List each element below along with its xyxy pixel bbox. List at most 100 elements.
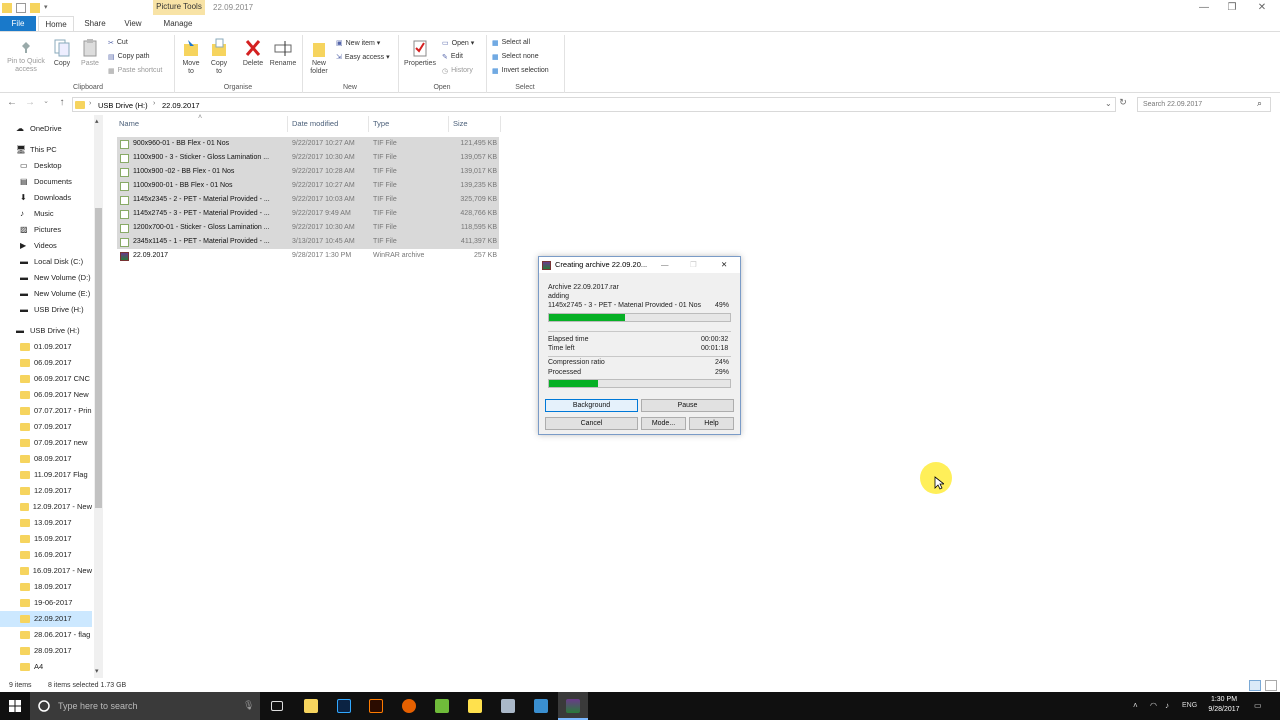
nav-folder[interactable]: 15.09.2017 (0, 531, 92, 547)
nav-folder[interactable]: 18.09.2017 (0, 579, 92, 595)
maximize-button[interactable]: ❐ (1218, 0, 1246, 16)
nav-item-music[interactable]: ♪ Music (0, 206, 92, 222)
scroll-down-arrow-icon[interactable]: ▾ (95, 667, 99, 675)
address-bar[interactable]: › USB Drive (H:) › 22.09.2017 ⌄ (72, 97, 1116, 112)
minimize-button[interactable]: — (1190, 0, 1218, 16)
taskbar-search-box[interactable]: Type here to search (30, 692, 260, 720)
rename-button[interactable]: Rename (268, 38, 298, 68)
nav-folder[interactable]: 16.09.2017 (0, 547, 92, 563)
nav-item-usb-drive-root[interactable]: ▬ USB Drive (H:) (0, 323, 92, 339)
microphone-icon[interactable]: 🎙 (243, 700, 254, 711)
file-row[interactable]: 2345x1145 - 1 - PET - Material Provided … (117, 235, 499, 249)
invert-selection-button[interactable]: ▦ Invert selection (492, 65, 549, 76)
nav-item-local-disk-c-[interactable]: ▬ Local Disk (C:) (0, 254, 92, 270)
coreldraw-icon[interactable] (435, 699, 449, 713)
properties-button[interactable]: Properties (402, 38, 438, 68)
nav-item-usb-drive-h-[interactable]: ▬ USB Drive (H:) (0, 302, 92, 318)
history-button[interactable]: ◷ History (442, 65, 473, 76)
nav-folder[interactable]: 07.09.2017 new (0, 435, 92, 451)
illustrator-icon[interactable] (369, 699, 383, 713)
windows-start-icon[interactable] (9, 700, 21, 712)
file-row[interactable]: 22.09.2017 9/28/2017 1:30 PM WinRAR archiv… (117, 249, 499, 263)
new-item-button[interactable]: ▣ New item ▾ (336, 37, 380, 48)
nav-folder[interactable]: 13.09.2017 (0, 515, 92, 531)
nav-folder[interactable]: 07.07.2017 - Prin (0, 403, 92, 419)
nav-folder[interactable]: 12.09.2017 (0, 483, 92, 499)
dialog-close-button[interactable]: ✕ (721, 257, 727, 273)
new-folder-icon[interactable] (30, 3, 40, 13)
nav-folder[interactable]: 08.09.2017 (0, 451, 92, 467)
details-view-icon[interactable] (1249, 680, 1261, 691)
tray-chevron-icon[interactable]: ˄ (1133, 701, 1138, 710)
nav-item-new-volume-d-[interactable]: ▬ New Volume (D:) (0, 270, 92, 286)
open-button[interactable]: ▭ Open ▾ (442, 37, 474, 48)
refresh-icon[interactable]: ↻ (1117, 97, 1129, 108)
breadcrumb-current-folder[interactable]: 22.09.2017 (162, 101, 200, 110)
nav-item-new-volume-e-[interactable]: ▬ New Volume (E:) (0, 286, 92, 302)
task-view-icon[interactable] (271, 701, 283, 711)
nav-item-onedrive[interactable]: ☁ OneDrive (0, 121, 92, 137)
nav-folder[interactable]: 22.09.2017 (0, 611, 92, 627)
nav-folder[interactable]: A4 (0, 659, 92, 675)
remote-desktop-icon[interactable] (534, 699, 548, 713)
chevron-down-icon[interactable]: ▾ (44, 3, 50, 13)
nav-item-desktop[interactable]: ▭ Desktop (0, 158, 92, 174)
copy-to-button[interactable]: Copy to (207, 38, 231, 76)
copy-path-button[interactable]: ▤ Copy path (108, 51, 150, 62)
up-arrow-icon[interactable]: ↑ (56, 97, 68, 108)
nav-folder[interactable]: 19-06-2017 (0, 595, 92, 611)
language-indicator[interactable]: ENG (1182, 702, 1197, 709)
file-row[interactable]: 1100x900 - 3 - Sticker - Gloss Laminatio… (117, 151, 499, 165)
firefox-icon[interactable] (402, 699, 416, 713)
nav-item-videos[interactable]: ▶ Videos (0, 238, 92, 254)
taskbar-clock[interactable]: 1:30 PM 9/28/2017 (1198, 695, 1250, 715)
pin-to-quick-access-button[interactable]: Pin to Quick access (4, 40, 48, 74)
copy-button[interactable]: Copy (50, 38, 74, 68)
nav-folder[interactable]: 06.09.2017 New (0, 387, 92, 403)
back-arrow-icon[interactable]: ← (6, 97, 18, 108)
new-folder-button[interactable]: New folder (306, 38, 332, 76)
photoshop-icon[interactable] (337, 699, 351, 713)
column-divider[interactable] (287, 116, 288, 132)
tab-manage[interactable]: Manage (156, 16, 200, 31)
column-divider[interactable] (448, 116, 449, 132)
file-row[interactable]: 1200x700-01 - Sticker - Gloss Lamination… (117, 221, 499, 235)
nav-item-pictures[interactable]: ▨ Pictures (0, 222, 92, 238)
nav-folder[interactable]: 16.09.2017 - New (0, 563, 92, 579)
volume-icon[interactable]: ♪ (1165, 701, 1169, 710)
mode-button[interactable]: Mode... (641, 417, 686, 430)
tab-share[interactable]: Share (80, 16, 110, 31)
background-button[interactable]: Background (545, 399, 638, 412)
help-button[interactable]: Help (689, 417, 734, 430)
large-icons-view-icon[interactable] (1265, 680, 1277, 691)
paste-shortcut-button[interactable]: ▦ Paste shortcut (108, 65, 162, 76)
nav-scrollbar-thumb[interactable] (95, 208, 102, 508)
easy-access-button[interactable]: ⇲ Easy access ▾ (336, 51, 390, 62)
nav-folder[interactable]: 07.09.2017 (0, 419, 92, 435)
select-none-button[interactable]: ▦ Select none (492, 51, 539, 62)
tab-home[interactable]: Home (38, 16, 74, 31)
file-explorer-icon[interactable] (304, 699, 318, 713)
nav-folder[interactable]: 12.09.2017 - New (0, 499, 92, 515)
cut-button[interactable]: ✂ Cut (108, 37, 128, 48)
notification-icon[interactable]: ▭ (1254, 701, 1262, 710)
nav-item-downloads[interactable]: ⬇ Downloads (0, 190, 92, 206)
pause-button[interactable]: Pause (641, 399, 734, 412)
delete-button[interactable]: Delete (240, 38, 266, 68)
properties-icon[interactable] (16, 3, 26, 13)
tab-view[interactable]: View (118, 16, 148, 31)
nav-folder[interactable]: 28.06.2017 - flag (0, 627, 92, 643)
file-row[interactable]: 900x960-01 - BB Flex - 01 Nos 9/22/2017 1… (117, 137, 499, 151)
nav-folder[interactable]: 01.09.2017 (0, 339, 92, 355)
close-button[interactable]: ✕ (1248, 0, 1276, 16)
tab-file[interactable]: File (0, 16, 36, 31)
scroll-up-arrow-icon[interactable]: ▴ (95, 117, 99, 125)
edit-button[interactable]: ✎ Edit (442, 51, 463, 62)
address-dropdown-icon[interactable]: ⌄ (1105, 99, 1112, 108)
nav-folder[interactable]: 06.09.2017 (0, 355, 92, 371)
recent-chevron-icon[interactable]: ⌄ (40, 97, 52, 105)
nav-folder[interactable]: 11.09.2017 Flag (0, 467, 92, 483)
breadcrumb-usb-drive[interactable]: USB Drive (H:) (98, 101, 148, 110)
file-row[interactable]: 1100x900-01 - BB Flex - 01 Nos 9/22/2017 … (117, 179, 499, 193)
nav-item-documents[interactable]: ▤ Documents (0, 174, 92, 190)
